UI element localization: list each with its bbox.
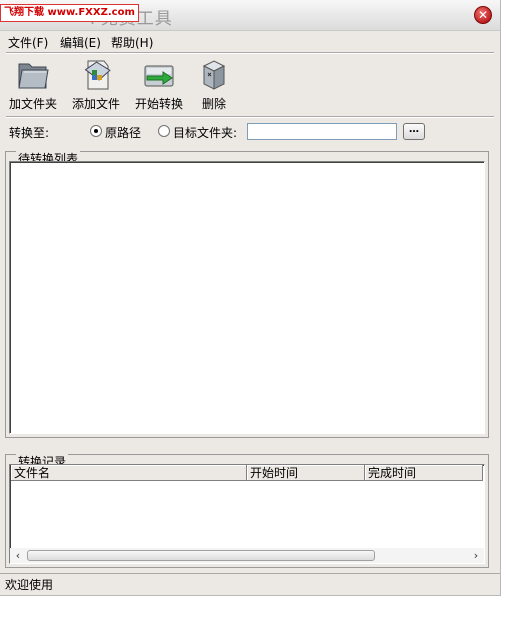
close-icon: ✕ <box>477 8 489 22</box>
records-table-header: 文件名 开始时间 完成时间 <box>10 465 484 481</box>
ellipsis-icon: … <box>409 124 419 135</box>
column-filename[interactable]: 文件名 <box>11 465 247 481</box>
add-file-button[interactable]: 添加文件 <box>70 58 122 112</box>
column-finish-time[interactable]: 完成时间 <box>365 465 483 481</box>
delete-label: 删除 <box>201 97 226 111</box>
browse-button[interactable]: … <box>403 123 425 140</box>
add-file-label: 添加文件 <box>71 97 120 111</box>
add-file-icon <box>78 58 114 92</box>
close-button[interactable]: ✕ <box>474 6 492 24</box>
convert-icon <box>141 58 177 92</box>
start-convert-button[interactable]: 开始转换 <box>133 58 185 112</box>
delete-icon <box>196 58 232 92</box>
toolbar-separator <box>6 116 494 118</box>
records-group: 转换记录 文件名 开始时间 完成时间 ‹ › <box>5 453 489 568</box>
menu-bar: 文件(F) 编辑(E) 帮助(H) <box>0 31 500 51</box>
radio-selected-dot <box>94 129 98 133</box>
menu-file[interactable]: 文件(F) <box>8 34 48 51</box>
delete-button[interactable]: 删除 <box>196 58 232 112</box>
target-folder-input[interactable] <box>247 123 397 140</box>
pending-list-group: 待转换列表 <box>5 150 489 438</box>
folder-icon <box>15 58 51 92</box>
target-folder-label[interactable]: 目标文件夹: <box>173 124 237 141</box>
app-window: F免费工具 飞翔下载 www.FXXZ.com ✕ 文件(F) 编辑(E) 帮助… <box>0 0 501 596</box>
target-folder-radio[interactable] <box>158 125 170 137</box>
source-path-radio[interactable] <box>90 125 102 137</box>
add-folder-label: 加文件夹 <box>8 97 57 111</box>
pending-list[interactable] <box>9 161 485 434</box>
status-text: 欢迎使用 <box>5 578 54 592</box>
add-folder-button[interactable]: 加文件夹 <box>7 58 59 112</box>
menu-help[interactable]: 帮助(H) <box>111 34 153 51</box>
column-start-time[interactable]: 开始时间 <box>247 465 365 481</box>
start-convert-label: 开始转换 <box>134 97 183 111</box>
convert-to-label: 转换至: <box>9 126 50 140</box>
menu-edit[interactable]: 编辑(E) <box>60 34 101 51</box>
title-bar[interactable]: F免费工具 飞翔下载 www.FXXZ.com ✕ <box>0 0 500 31</box>
watermark-logo: 飞翔下载 www.FXXZ.com <box>0 4 139 22</box>
horizontal-scrollbar[interactable]: ‹ › <box>10 548 484 563</box>
scroll-left-icon[interactable]: ‹ <box>11 549 25 562</box>
scroll-thumb[interactable] <box>27 550 375 561</box>
records-table[interactable]: 文件名 开始时间 完成时间 ‹ › <box>9 464 485 564</box>
status-bar: 欢迎使用 <box>0 573 500 594</box>
scroll-right-icon[interactable]: › <box>469 549 483 562</box>
source-path-label[interactable]: 原路径 <box>105 124 141 141</box>
menu-separator <box>6 52 494 54</box>
